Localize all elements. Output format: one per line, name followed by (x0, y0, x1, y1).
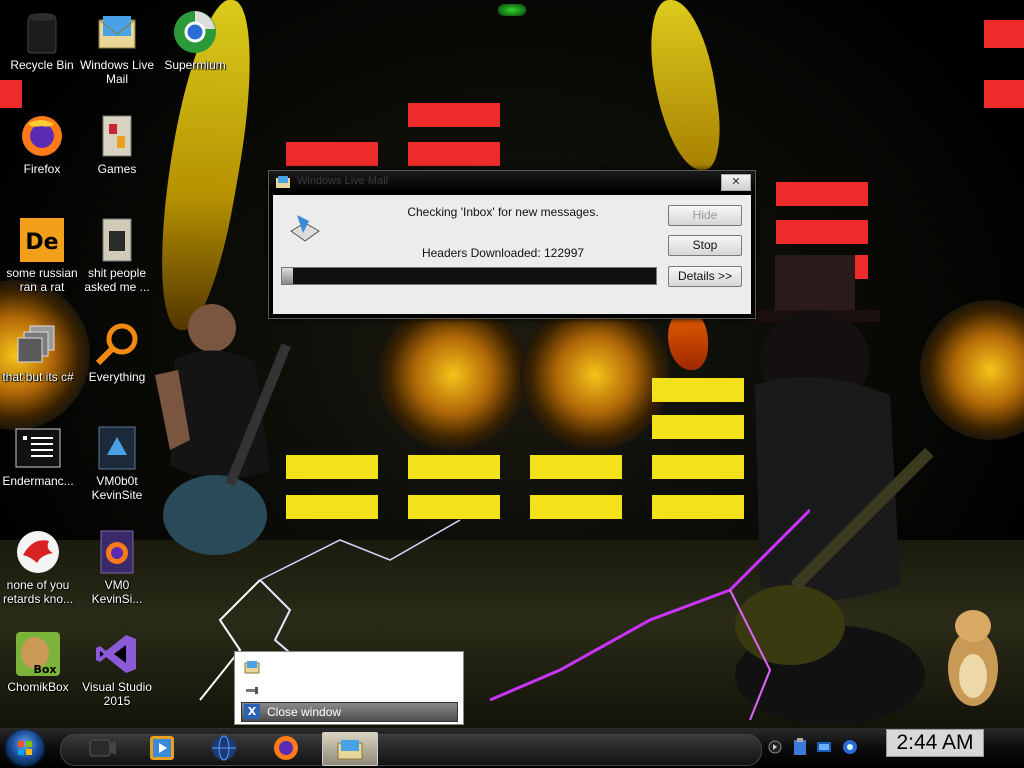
dialog-titlebar[interactable]: Windows Live Mail ✕ (269, 171, 755, 193)
windows-live-mail-icon[interactable] (244, 659, 260, 675)
windows-live-mail-dialog: Windows Live Mail ✕ Checking 'Inbox' for… (268, 170, 756, 319)
download-progress-bar (281, 267, 657, 285)
taskbar-jump-list: X Close window (234, 651, 464, 725)
status-text: Checking 'Inbox' for new messages. (407, 205, 599, 219)
clipboard-tray-icon[interactable] (792, 738, 808, 756)
flame-graphic (668, 310, 708, 370)
speaker-graphic (378, 300, 528, 450)
games-folder-icon (93, 112, 141, 160)
chomikbox-icon: Box (14, 630, 62, 678)
desktop-icon-supermium[interactable]: Supermium (153, 8, 237, 72)
firefox-icon (18, 112, 66, 160)
desktop-icon-some-russian-ran-a-rat[interactable]: De some russian ran a rat (0, 216, 84, 294)
desktop-icon-label: Visual Studio 2015 (82, 680, 152, 708)
desktop-icon-firefox[interactable]: Firefox (0, 112, 84, 176)
dialog-title: Windows Live Mail (297, 175, 389, 187)
windows-live-mail-icon (337, 740, 363, 760)
folder-icon (93, 216, 141, 264)
desktop-icon-label: Games (97, 162, 137, 176)
taskbar-windows-live-mail[interactable] (322, 732, 378, 766)
desktop-icon-windows-live-mail[interactable]: Windows Live Mail (75, 8, 159, 86)
taskbar-clock[interactable]: 2:44 AM (886, 729, 984, 757)
desktop-icon-everything[interactable]: Everything (75, 320, 159, 384)
stop-button[interactable]: Stop (668, 235, 742, 256)
desktop-icon-games[interactable]: Games (75, 112, 159, 176)
windows-logo-icon (18, 741, 32, 755)
desktop-icon-chomikbox[interactable]: Box ChomikBox (0, 630, 80, 694)
volume-tray-icon[interactable] (842, 738, 858, 756)
desktop-icon-label: Endermanc... (2, 474, 74, 488)
desktop-icon-label: ChomikBox (7, 680, 69, 694)
network-tray-icon[interactable] (816, 740, 832, 754)
eq-bar (408, 103, 500, 127)
flame-graphic (643, 0, 727, 170)
de-app-icon: De (18, 216, 66, 264)
dialog-body: Checking 'Inbox' for new messages. Heade… (273, 195, 751, 314)
console-icon (14, 424, 62, 472)
desktop-icon-shit-people-asked-me[interactable]: shit people asked me ... (75, 216, 159, 294)
desktop-icon-label: Recycle Bin (10, 58, 74, 72)
start-button[interactable] (6, 730, 44, 766)
desktop-icon-label: that but its c# (2, 370, 74, 384)
hide-button[interactable]: Hide (668, 205, 742, 226)
desktop-icon-label: none of you retards kno... (2, 578, 74, 606)
eq-bar (776, 182, 868, 206)
desktop-icon-visual-studio-2015[interactable]: Visual Studio 2015 (75, 630, 159, 708)
taskbar-firefox[interactable] (266, 732, 306, 764)
recycle-bin-icon (18, 8, 66, 56)
desktop-icon-label: Supermium (164, 58, 226, 72)
desktop-icon-label: VM0 KevinSi... (91, 578, 143, 606)
windows-live-mail-icon (276, 176, 290, 188)
show-hidden-icons-icon[interactable] (768, 740, 782, 754)
close-window-label: Close window (267, 705, 342, 719)
visual-studio-icon (93, 630, 141, 678)
eq-bar (776, 220, 868, 244)
details-button[interactable]: Details >> (668, 266, 742, 287)
desktop-icon-label: some russian ran a rat (6, 266, 78, 294)
lightning-graphic (489, 508, 810, 721)
desktop-icon-label: shit people asked me ... (84, 266, 150, 294)
speaker-graphic (520, 300, 670, 450)
dragon-app-icon (14, 528, 62, 576)
supermium-icon (171, 8, 219, 56)
svg-text:De: De (25, 230, 58, 255)
taskbar-media-player[interactable] (82, 732, 122, 764)
svg-text:Box: Box (33, 663, 56, 676)
windows-live-mail-icon (93, 8, 141, 56)
desktop-icon-label: Everything (88, 370, 146, 384)
firefox-file-icon (93, 528, 141, 576)
close-window-menu-item[interactable]: X Close window (241, 702, 458, 722)
firefox-icon (274, 736, 298, 760)
pin-icon[interactable] (244, 682, 260, 698)
stacked-windows-icon (14, 320, 62, 368)
desktop-icon-label: VM0b0t KevinSite (91, 474, 143, 502)
eq-bar (984, 20, 1024, 48)
eq-bar (286, 142, 378, 166)
eq-bar (408, 142, 500, 166)
hamster-graphic (948, 610, 998, 706)
headers-downloaded-text: Headers Downloaded: 122997 (421, 246, 585, 260)
desktop-icon-endermanc[interactable]: Endermanc... (0, 424, 80, 488)
top-green-light (498, 4, 526, 16)
magnifier-icon (93, 320, 141, 368)
progress-fill (282, 268, 294, 284)
eq-bar (0, 80, 22, 108)
network-globe-icon (212, 735, 236, 761)
dialog-close-button[interactable]: ✕ (721, 174, 751, 191)
desktop-icon-none-of-you[interactable]: none of you retards kno... (0, 528, 80, 606)
desktop-icon-vm0b0t-kevinsite[interactable]: VM0b0t KevinSite (75, 424, 159, 502)
windows-media-player-icon (150, 736, 174, 760)
desktop-icon-label: Windows Live Mail (79, 58, 155, 86)
desktop-icon-recycle-bin[interactable]: Recycle Bin (0, 8, 84, 72)
desktop-icon-vm0-kevinsi[interactable]: VM0 KevinSi... (75, 528, 159, 606)
taskbar-network[interactable] (204, 732, 244, 764)
media-player-icon (89, 739, 116, 757)
desktop-icon-label: Firefox (23, 162, 61, 176)
eq-bar (984, 80, 1024, 108)
taskbar-windows-media-player[interactable] (142, 732, 182, 764)
vm-shortcut-icon (93, 424, 141, 472)
close-icon: X (244, 704, 260, 719)
desktop-icon-that-but-its-csharp[interactable]: that but its c# (0, 320, 80, 384)
